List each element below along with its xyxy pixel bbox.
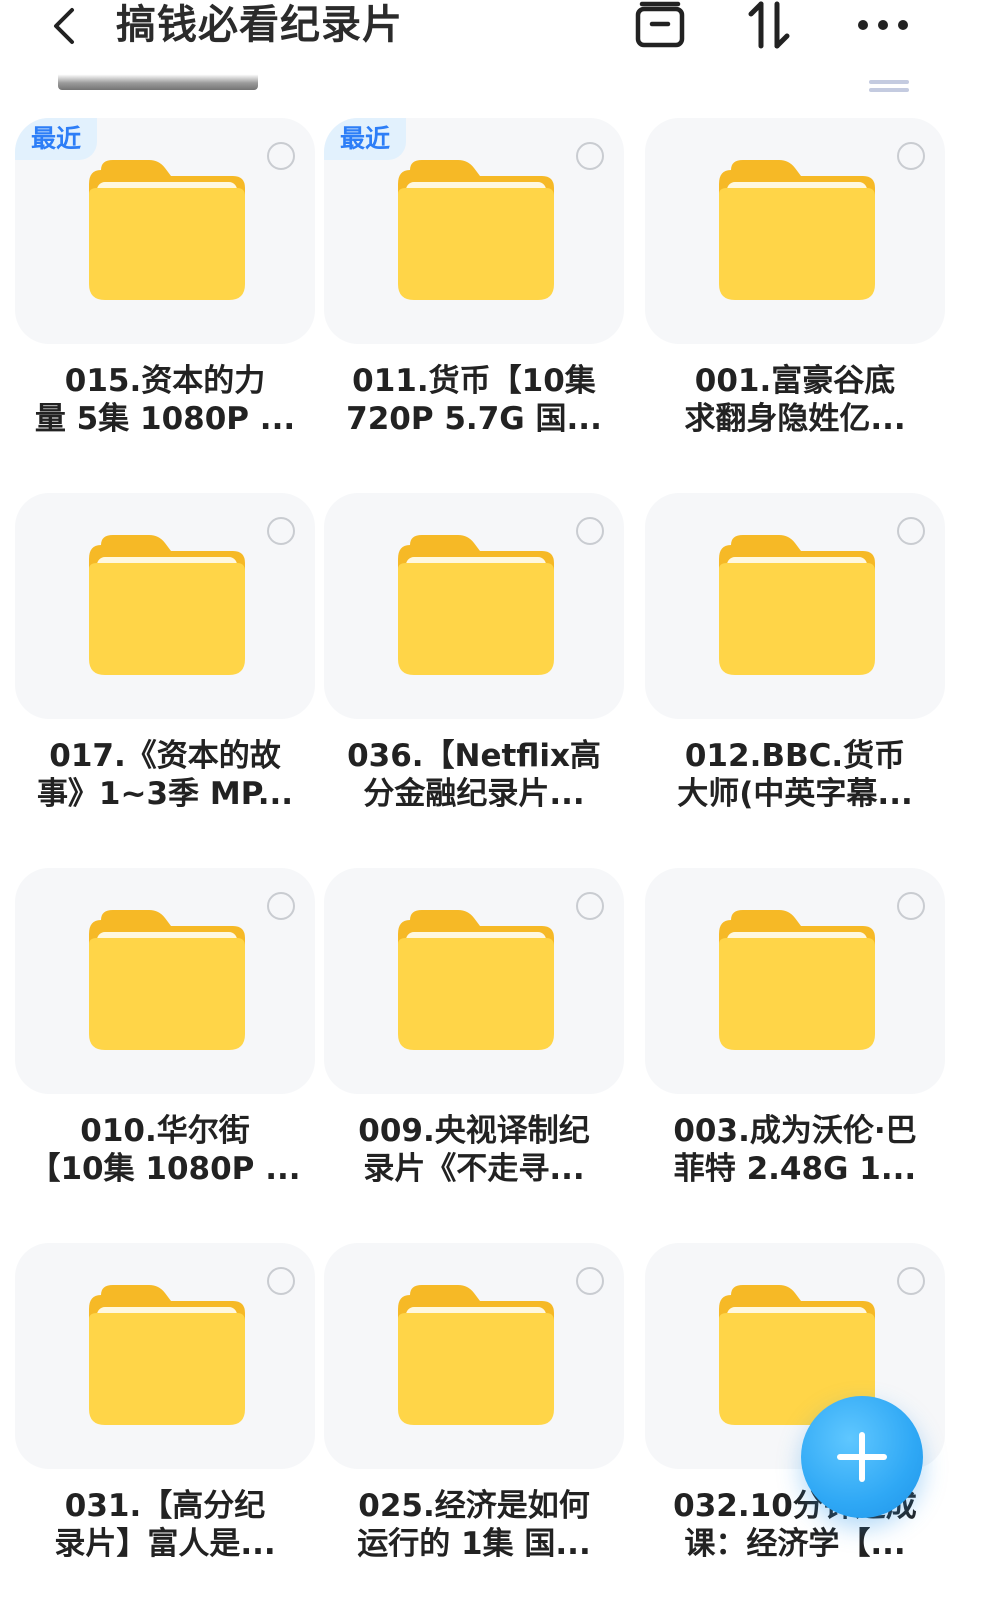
select-checkbox[interactable] <box>897 517 925 545</box>
folder-name: 001.富豪谷底 求翻身隐姓亿... <box>684 363 906 437</box>
folder-grid: 最近 015.资本的力 量 5集 1080P ... 最近 011.货币【10集… <box>0 0 981 1600</box>
folder-icon <box>398 1285 554 1425</box>
folder-item[interactable]: 最近 015.资本的力 量 5集 1080P ... <box>15 118 315 458</box>
folder-name: 003.成为沃伦·巴 菲特 2.48G 1... <box>673 1113 917 1187</box>
select-checkbox[interactable] <box>897 1267 925 1295</box>
select-checkbox[interactable] <box>897 142 925 170</box>
recent-badge: 最近 <box>324 118 407 160</box>
folder-item[interactable]: 010.华尔街 【10集 1080P ... <box>15 868 315 1208</box>
select-checkbox[interactable] <box>576 892 604 920</box>
select-checkbox[interactable] <box>897 892 925 920</box>
folder-item[interactable]: 009.央视译制纪 录片《不走寻... <box>324 868 624 1208</box>
folder-item[interactable]: 036.【Netflix高 分金融纪录片... <box>324 493 624 833</box>
folder-name: 031.【高分纪 录片】富人是... <box>54 1488 276 1562</box>
folder-item[interactable]: 031.【高分纪 录片】富人是... <box>15 1243 315 1583</box>
select-checkbox[interactable] <box>267 142 295 170</box>
folder-item[interactable]: 001.富豪谷底 求翻身隐姓亿... <box>645 118 945 458</box>
folder-icon <box>719 160 875 300</box>
select-checkbox[interactable] <box>576 1267 604 1295</box>
folder-icon <box>398 910 554 1050</box>
more-button[interactable] <box>853 0 913 50</box>
view-toggle-icon[interactable] <box>869 80 909 94</box>
top-bar: 搞钱必看纪录片 <box>0 0 981 70</box>
folder-icon <box>398 535 554 675</box>
folder-name: 036.【Netflix高 分金融纪录片... <box>347 738 601 812</box>
folder-name: 012.BBC.货币 大师(中英字幕... <box>677 738 913 812</box>
chevron-left-icon <box>54 8 74 44</box>
folder-item[interactable]: 最近 011.货币【10集 720P 5.7G 国... <box>324 118 624 458</box>
back-button[interactable] <box>40 2 88 50</box>
select-checkbox[interactable] <box>576 517 604 545</box>
folder-name: 010.华尔街 【10集 1080P ... <box>29 1113 301 1187</box>
folder-item[interactable]: 017.《资本的故 事》1~3季 MP... <box>15 493 315 833</box>
folder-icon <box>89 535 245 675</box>
select-checkbox[interactable] <box>267 517 295 545</box>
select-checkbox[interactable] <box>576 142 604 170</box>
archive-button[interactable] <box>630 0 690 50</box>
folder-icon <box>89 160 245 300</box>
plus-icon <box>837 1432 887 1482</box>
folder-item[interactable]: 025.经济是如何 运行的 1集 国... <box>324 1243 624 1583</box>
sort-arrows-icon <box>748 1 790 49</box>
more-horizontal-icon <box>858 20 908 30</box>
folder-name: 009.央视译制纪 录片《不走寻... <box>358 1113 590 1187</box>
folder-icon <box>398 160 554 300</box>
folder-icon <box>89 1285 245 1425</box>
recent-badge: 最近 <box>15 118 98 160</box>
select-checkbox[interactable] <box>267 1267 295 1295</box>
folder-icon <box>719 535 875 675</box>
archive-box-icon <box>635 1 685 48</box>
folder-name: 025.经济是如何 运行的 1集 国... <box>357 1488 591 1562</box>
file-browser-screen: 搞钱必看纪录片 最近 015.资本的力 量 5集 1080P ... 最近 01… <box>0 0 981 1600</box>
folder-icon <box>89 910 245 1050</box>
folder-item[interactable]: 003.成为沃伦·巴 菲特 2.48G 1... <box>645 868 945 1208</box>
folder-icon <box>719 910 875 1050</box>
page-title: 搞钱必看纪录片 <box>116 2 403 48</box>
folder-name: 017.《资本的故 事》1~3季 MP... <box>36 738 294 812</box>
add-button[interactable] <box>801 1396 923 1518</box>
folder-name: 011.货币【10集 720P 5.7G 国... <box>346 363 602 437</box>
sort-button[interactable] <box>740 0 800 50</box>
select-checkbox[interactable] <box>267 892 295 920</box>
folder-item[interactable]: 012.BBC.货币 大师(中英字幕... <box>645 493 945 833</box>
folder-name: 015.资本的力 量 5集 1080P ... <box>34 363 296 437</box>
